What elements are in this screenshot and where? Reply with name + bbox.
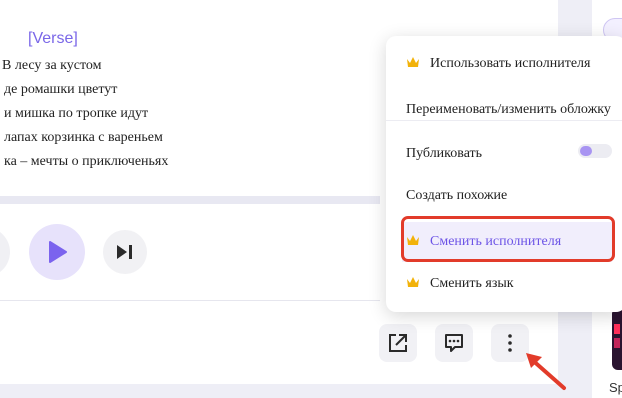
previous-button[interactable] — [0, 227, 10, 277]
play-button[interactable] — [29, 224, 85, 280]
lyric-line: и мишка по тропке идут — [4, 106, 149, 121]
verse-tag: [Verse] — [28, 30, 78, 47]
menu-item-label: Переименовать/изменить обложку — [406, 102, 611, 117]
lyrics-block: В лесу за кустом де ромашки цветут и миш… — [0, 54, 380, 170]
crown-icon — [407, 57, 419, 67]
crown-icon — [407, 277, 419, 287]
lyric-line: лапах корзинка с вареньем — [4, 130, 163, 145]
share-button[interactable] — [379, 324, 417, 362]
menu-item-rename[interactable]: Переименовать/изменить обложку — [386, 90, 622, 130]
annotation-arrow-icon — [526, 353, 566, 390]
more-vertical-icon — [508, 334, 512, 352]
lyric-line: ка – мечты о приключеньях — [4, 154, 169, 169]
menu-item-label: Сменить язык — [430, 276, 514, 291]
play-icon — [49, 241, 67, 263]
menu-item-change-language[interactable]: Сменить язык — [386, 264, 622, 304]
menu-item-label: Создать похожие — [406, 188, 508, 203]
song-thumbnail[interactable] — [612, 308, 622, 370]
menu-item-use-artist[interactable]: Использовать исполнителя — [386, 44, 622, 84]
menu-item-publish[interactable]: Публиковать — [386, 134, 622, 174]
annotation-highlight-box — [401, 216, 615, 262]
next-button[interactable] — [103, 230, 147, 274]
toggle-knob — [580, 146, 592, 156]
menu-item-create-similar[interactable]: Создать похожие — [386, 176, 622, 216]
section-divider — [0, 300, 380, 301]
lyric-line: де ромашки цветут — [4, 82, 118, 97]
share-external-icon — [389, 334, 407, 352]
side-caption: Sp — [609, 380, 622, 395]
skip-next-icon — [117, 245, 132, 259]
comment-button[interactable] — [435, 324, 473, 362]
menu-item-label: Публиковать — [406, 146, 483, 161]
comment-icon — [445, 334, 463, 352]
menu-item-label: Использовать исполнителя — [430, 56, 591, 71]
context-menu: Использовать исполнителя Переименовать/и… — [386, 36, 622, 312]
page-gap — [0, 384, 558, 398]
progress-track[interactable] — [0, 196, 380, 204]
publish-toggle[interactable] — [578, 144, 612, 158]
lyric-line: В лесу за кустом — [2, 58, 102, 73]
